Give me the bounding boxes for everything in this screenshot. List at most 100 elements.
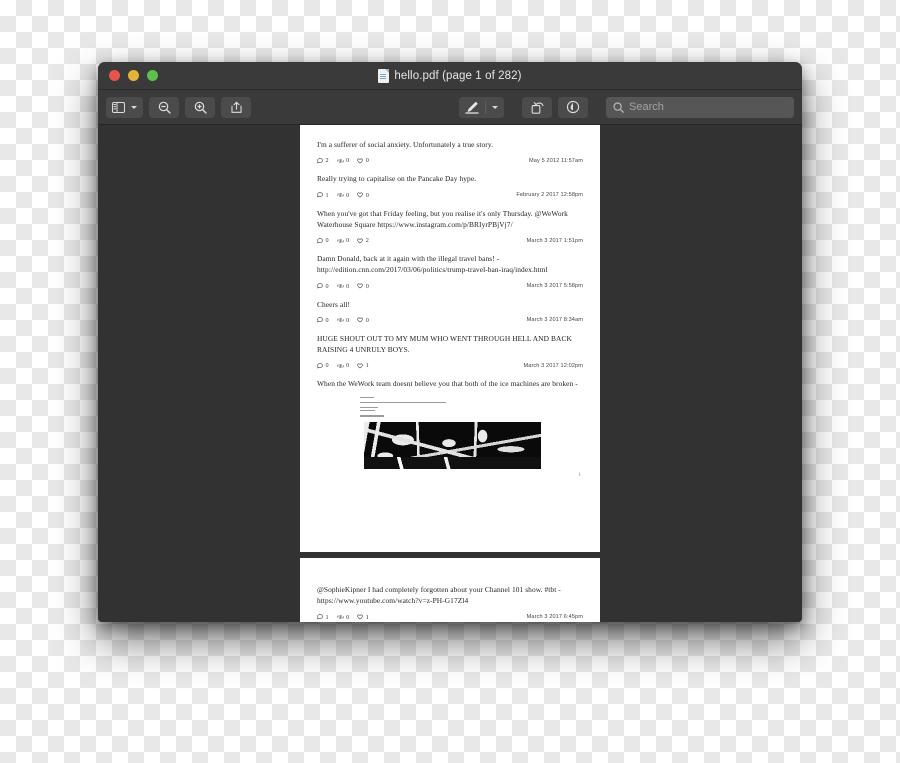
reply-bubble-icon — [317, 614, 323, 620]
reply-stat: 1 — [317, 614, 329, 621]
reply-count: 0 — [325, 237, 329, 244]
retweet-icon — [337, 614, 344, 620]
tweet-entry: Really trying to capitalise on the Panca… — [317, 173, 583, 198]
tweet-stats: 0 0 2 — [317, 237, 369, 244]
tweet-timestamp: May 5 2012 11:57am — [529, 157, 583, 164]
share-icon — [230, 101, 242, 114]
like-count: 1 — [365, 613, 369, 621]
heart-icon — [357, 158, 363, 164]
pdf-document-icon — [378, 68, 390, 83]
retweet-count: 0 — [346, 613, 350, 621]
tweet-timestamp: March 3 2017 12:02pm — [523, 362, 583, 369]
tweet-text: When you've got that Friday feeling, but… — [317, 208, 568, 229]
zoom-out-icon — [158, 101, 171, 114]
tweet-text: Damn Donald, back at it again with the i… — [317, 254, 548, 275]
tweet-meta: 0 0 0 March 3 2017 5:58pm — [317, 283, 583, 290]
reply-bubble-icon — [317, 283, 323, 289]
like-count: 0 — [365, 191, 369, 199]
tweet-stats: 2 0 0 — [317, 157, 369, 164]
reply-bubble-icon — [317, 192, 323, 198]
retweet-stat: 0 — [337, 157, 350, 165]
tweet-timestamp: March 3 2017 1:51pm — [526, 237, 583, 244]
page-number: 1 — [578, 472, 582, 478]
tweet-stats: 0 0 0 — [317, 317, 369, 324]
retweet-stat: 0 — [337, 283, 349, 290]
retweet-icon — [337, 283, 344, 289]
heart-icon — [357, 283, 363, 289]
retweet-icon — [337, 158, 344, 163]
search-placeholder: Search — [629, 101, 664, 113]
like-stat: 2 — [357, 237, 369, 244]
reply-bubble-icon — [317, 237, 323, 243]
reply-bubble-icon — [317, 362, 323, 369]
sidebar-icon — [106, 97, 131, 118]
rotate-left-button[interactable] — [522, 96, 552, 118]
like-stat: 1 — [357, 362, 369, 369]
retweet-stat: 0 — [337, 362, 349, 369]
sidebar-chevron-down-icon[interactable] — [131, 97, 143, 118]
pdf-page-1: I'm a sufferer of social anxiety. Unfort… — [300, 125, 600, 552]
tweet-text: @SophieKipner I had completely forgotten… — [317, 585, 561, 606]
tweet-timestamp: February 2 2017 12:58pm — [516, 192, 583, 198]
tweet-meta: 1 0 1 March 3 2017 6:45pm — [317, 614, 583, 621]
close-button[interactable] — [109, 70, 120, 81]
retweet-icon — [337, 318, 344, 323]
reply-stat: 0 — [317, 317, 329, 324]
pdf-viewer-canvas[interactable]: I'm a sufferer of social anxiety. Unfort… — [98, 125, 802, 622]
embedded-photo — [364, 421, 541, 469]
tweet-text: Really trying to capitalise on the Panca… — [317, 174, 477, 184]
like-stat: 0 — [357, 192, 369, 199]
markup-button[interactable] — [459, 96, 504, 118]
share-button[interactable] — [221, 96, 251, 118]
tweet-meta: 0 0 0 March 3 2017 8:34am — [317, 317, 583, 324]
reply-stat: 0 — [317, 362, 329, 369]
sidebar-toggle-button[interactable] — [106, 96, 143, 118]
retweet-stat: 0 — [337, 613, 350, 621]
markup-chevron-down-icon[interactable] — [486, 97, 504, 118]
retweet-icon — [337, 363, 344, 368]
tweet-meta: 1 0 0 February 2 2017 12:58pm — [317, 192, 583, 199]
tweet-entry: Cheers all! 0 0 0 March 3 2017 8:34am — [317, 299, 583, 324]
zoom-out-button[interactable] — [149, 96, 179, 118]
reply-stat: 1 — [317, 192, 329, 199]
reply-count: 1 — [325, 613, 329, 621]
like-stat: 0 — [357, 317, 369, 324]
retweet-stat: 0 — [337, 237, 349, 244]
reply-count: 0 — [325, 362, 329, 370]
like-count: 0 — [365, 157, 369, 165]
reply-stat: 0 — [317, 237, 329, 244]
minimize-button[interactable] — [128, 70, 139, 81]
highlight-icon — [566, 100, 580, 114]
highlight-button[interactable] — [558, 96, 588, 118]
tweet-entry: Damn Donald, back at it again with the i… — [317, 253, 583, 290]
like-count: 0 — [365, 282, 369, 290]
window-title-group: hello.pdf (page 1 of 282) — [98, 62, 802, 89]
retweet-stat: 0 — [337, 192, 349, 199]
window-controls — [98, 70, 158, 81]
tweet-timestamp: March 3 2017 5:58pm — [526, 283, 583, 289]
markup-pen-icon — [459, 97, 485, 118]
like-count: 0 — [365, 316, 369, 324]
heart-icon — [357, 614, 363, 620]
tweet-meta: 0 0 2 March 3 2017 1:51pm — [317, 237, 583, 244]
tweet-entry: HUGE SHOUT OUT TO MY MUM WHO WENT THROUG… — [317, 333, 583, 370]
preview-window: hello.pdf (page 1 of 282) Search I'm a s… — [98, 62, 802, 622]
search-input[interactable]: Search — [606, 96, 794, 118]
maximize-button[interactable] — [147, 70, 158, 81]
reply-stat: 0 — [317, 283, 329, 290]
tweet-text: HUGE SHOUT OUT TO MY MUM WHO WENT THROUG… — [317, 333, 572, 354]
reply-bubble-icon — [317, 317, 323, 323]
tweet-timestamp: March 3 2017 6:45pm — [526, 614, 583, 620]
reply-count: 1 — [325, 191, 329, 199]
pdf-page-2: @SophieKipner I had completely forgotten… — [300, 558, 600, 622]
zoom-in-button[interactable] — [185, 96, 215, 118]
tweet-meta: 2 0 0 May 5 2012 11:57am — [317, 157, 583, 164]
reply-bubble-icon — [317, 157, 323, 164]
retweet-count: 0 — [346, 157, 350, 165]
embedded-email-screenshot[interactable] — [358, 394, 573, 469]
reply-count: 0 — [325, 282, 329, 290]
like-count: 2 — [365, 237, 369, 244]
pdf-pages: I'm a sufferer of social anxiety. Unfort… — [300, 125, 600, 622]
toolbar: Search — [98, 90, 802, 125]
like-count: 1 — [365, 362, 369, 370]
